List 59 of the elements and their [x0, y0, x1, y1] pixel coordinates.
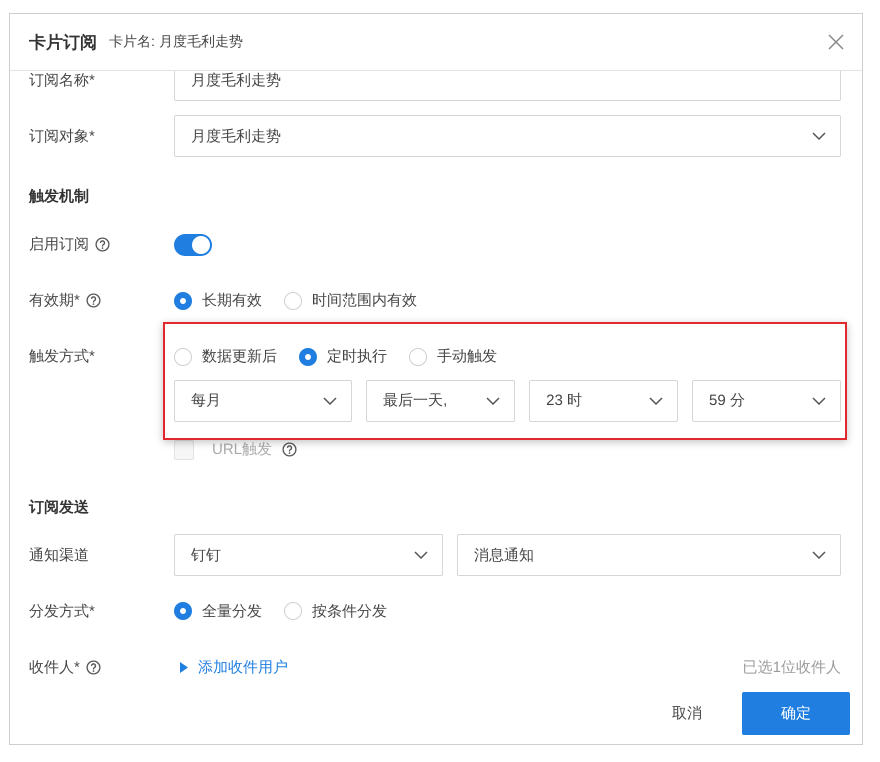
chevron-down-icon [486, 396, 500, 404]
radio-button[interactable] [174, 292, 192, 310]
chevron-down-icon [812, 396, 826, 404]
confirm-button[interactable]: 确定 [742, 692, 850, 735]
triangle-right-icon [180, 662, 188, 672]
toggle-switch[interactable] [174, 234, 212, 256]
field-label: 触发方式* [29, 347, 95, 366]
section-title: 订阅发送 [29, 498, 89, 517]
recipient-count: 已选1位收件人 [742, 658, 841, 676]
radio-option[interactable]: 全量分发 [174, 602, 262, 620]
radio-label: 长期有效 [202, 291, 262, 310]
select-field[interactable]: 59 分 [692, 380, 841, 422]
radio-option[interactable]: 按条件分发 [284, 602, 387, 620]
radio-button[interactable] [284, 602, 302, 620]
radio-label: 手动触发 [437, 347, 497, 366]
radio-option[interactable]: 时间范围内有效 [284, 291, 417, 310]
radio-option[interactable]: 手动触发 [409, 347, 497, 366]
chevron-down-icon [323, 396, 338, 404]
field-label: 有效期* [29, 291, 80, 310]
help-icon[interactable] [86, 660, 101, 674]
input-field[interactable]: 月度毛利走势 [174, 71, 841, 101]
radio-label: 定时执行 [327, 347, 387, 366]
radio-label: 按条件分发 [312, 602, 387, 620]
chevron-down-icon [649, 396, 664, 404]
field-label: 启用订阅 [29, 235, 89, 254]
radio-option[interactable]: 数据更新后 [174, 347, 277, 366]
dialog-title: 卡片订阅 [29, 32, 97, 54]
select-field[interactable]: 最后一天, [366, 380, 516, 422]
select-field[interactable]: 月度毛利走势 [174, 115, 841, 157]
field-label: 分发方式* [29, 602, 95, 620]
chevron-down-icon [414, 551, 428, 559]
radio-button[interactable] [174, 348, 192, 366]
radio-label: 全量分发 [202, 602, 262, 620]
radio-button[interactable] [299, 348, 317, 366]
radio-label: 时间范围内有效 [312, 291, 417, 310]
field-label: 订阅对象* [29, 126, 95, 146]
chevron-down-icon [812, 551, 826, 559]
help-icon[interactable] [86, 293, 101, 308]
radio-button[interactable] [409, 348, 427, 366]
field-label: 订阅名称* [29, 71, 95, 90]
select-field[interactable]: 每月 [174, 380, 352, 422]
radio-button[interactable] [284, 292, 302, 310]
checkbox-label: URL触发 [212, 440, 272, 459]
dialog-subtitle: 卡片名: 月度毛利走势 [109, 33, 243, 51]
radio-option[interactable]: 长期有效 [174, 291, 262, 310]
select-field[interactable]: 钉钉 [174, 534, 443, 576]
radio-option[interactable]: 定时执行 [299, 347, 387, 366]
radio-button[interactable] [174, 602, 192, 620]
section-title: 触发机制 [29, 187, 89, 206]
select-field[interactable]: 23 时 [529, 380, 678, 422]
cancel-button[interactable]: 取消 [658, 692, 716, 735]
chevron-down-icon [812, 132, 826, 140]
radio-label: 数据更新后 [202, 347, 277, 366]
close-icon[interactable] [828, 34, 844, 50]
help-icon[interactable] [95, 237, 110, 252]
field-label: 收件人* [29, 658, 80, 676]
field-label: 通知渠道 [29, 546, 89, 564]
add-recipient-link[interactable]: 添加收件用户 [180, 658, 288, 676]
select-field[interactable]: 消息通知 [457, 534, 841, 576]
